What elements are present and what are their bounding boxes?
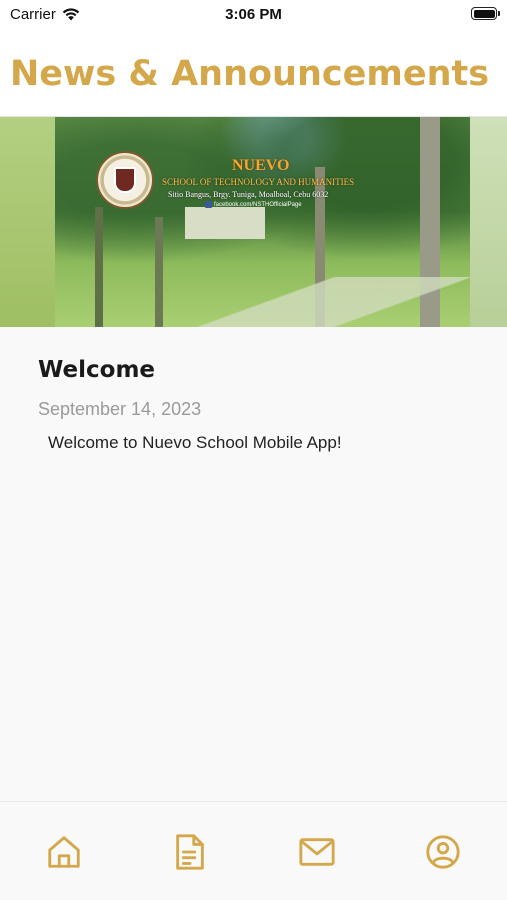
- battery-icon: [471, 7, 500, 20]
- building-shape: [185, 207, 265, 239]
- header: News & Announcements: [0, 28, 507, 117]
- tab-home[interactable]: [44, 832, 84, 872]
- banner-blur-left: [0, 117, 55, 327]
- seal-shield: [114, 167, 136, 193]
- status-time: 3:06 PM: [225, 6, 282, 23]
- page-title: News & Announcements: [10, 54, 490, 94]
- tree-trunk: [95, 207, 103, 327]
- walkway: [195, 277, 507, 327]
- banner-address: Sitio Bangus, Brgy. Tuniga, Moalboal, Ce…: [168, 190, 329, 199]
- banner-facebook: facebook.com/NSTHOfficialPage: [205, 201, 302, 208]
- mail-icon: [299, 838, 335, 866]
- profile-icon: [426, 835, 460, 869]
- banner-school-subtitle: SCHOOL OF TECHNOLOGY AND HUMANITIES: [162, 177, 355, 187]
- tab-bar: [0, 801, 507, 900]
- tree-trunk: [155, 217, 163, 327]
- tab-messages[interactable]: [297, 832, 337, 872]
- battery-level: [473, 9, 495, 18]
- news-title: Welcome: [38, 357, 156, 383]
- news-date: September 14, 2023: [38, 399, 202, 419]
- home-icon: [48, 836, 80, 868]
- banner-blur-right: [470, 117, 507, 327]
- app-screen: Carrier 3:06 PM News & Announcements NUE…: [0, 0, 507, 900]
- tab-profile[interactable]: [423, 832, 463, 872]
- tab-documents[interactable]: [170, 832, 210, 872]
- status-bar: Carrier 3:06 PM: [0, 0, 507, 28]
- banner-school-name: NUEVO: [232, 157, 290, 174]
- document-icon: [176, 834, 204, 870]
- news-banner-image: NUEVO SCHOOL OF TECHNOLOGY AND HUMANITIE…: [0, 117, 507, 327]
- banner-photo: [55, 117, 507, 327]
- banner-facebook-text: facebook.com/NSTHOfficialPage: [214, 201, 302, 208]
- news-body: Welcome to Nuevo School Mobile App!: [48, 433, 342, 452]
- facebook-icon: [205, 201, 212, 208]
